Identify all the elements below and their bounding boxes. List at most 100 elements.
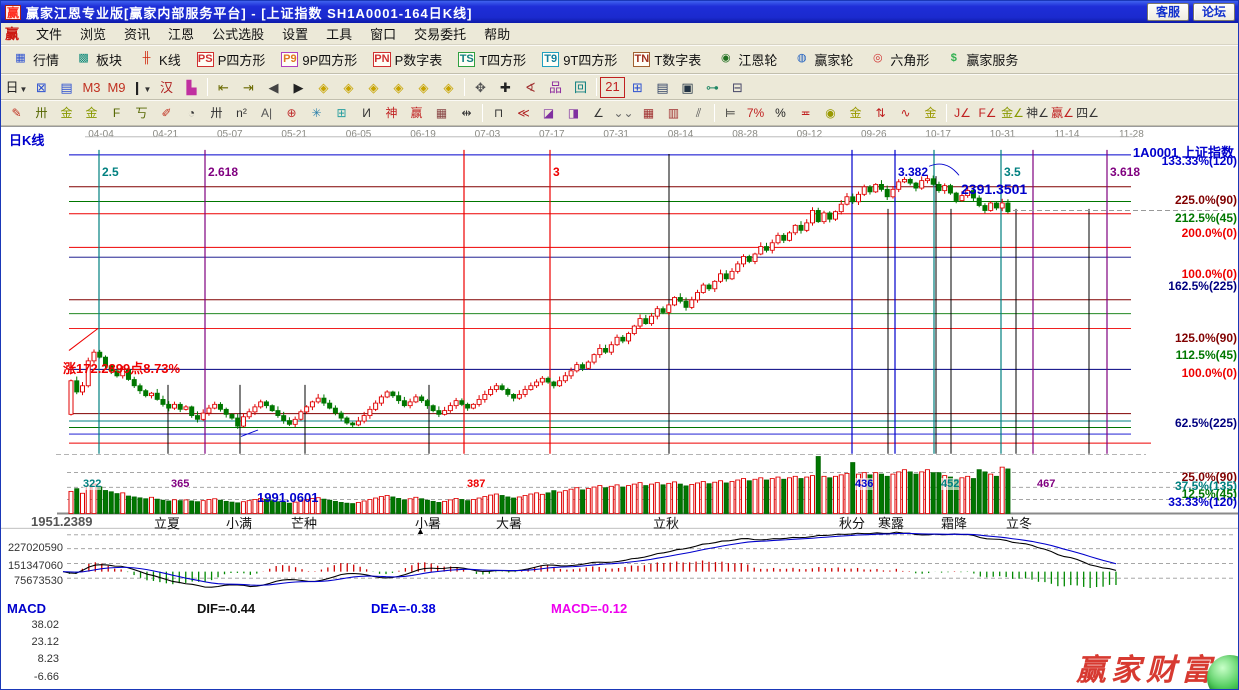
box-tool-button[interactable]: ⊓ <box>486 103 511 124</box>
v-waves-button[interactable]: ⌄⌄ <box>611 103 636 124</box>
price-ruler-button[interactable]: ⊨ <box>718 103 743 124</box>
menu-item-浏览[interactable]: 浏览 <box>71 22 115 45</box>
first-bar-button[interactable]: ⇤ <box>211 77 236 98</box>
candle-style-dropdown-button[interactable]: ❙▼ <box>129 77 154 98</box>
last-bar-button[interactable]: ⇥ <box>236 77 261 98</box>
calculator-button[interactable]: ⊞ <box>625 77 650 98</box>
bars-3-button[interactable]: M3 <box>79 77 104 98</box>
updown-mark-button[interactable]: ⇅ <box>868 103 893 124</box>
menu-item-帮助[interactable]: 帮助 <box>475 22 519 45</box>
time-clock-button[interactable]: ◔ <box>179 103 204 124</box>
percent-slash-button[interactable]: 7% <box>743 103 768 124</box>
pattern-tool-button[interactable]: 回 <box>568 77 593 98</box>
shen-angle-button[interactable]: 神∠ <box>1025 103 1050 124</box>
day-grid-tool-button[interactable]: 卅 <box>29 103 54 124</box>
p-square-icon: PS <box>197 52 214 67</box>
crosshair-tool-button[interactable]: ✚ <box>493 77 518 98</box>
customer-service-button[interactable]: 客服 <box>1147 3 1189 21</box>
gold-circle-button[interactable]: ◉ <box>818 103 843 124</box>
win-angle-button[interactable]: 赢∠ <box>1050 103 1075 124</box>
next-bar-button[interactable]: ▶ <box>286 77 311 98</box>
title-bar[interactable]: 赢 赢家江恩专业版[赢家内部服务平台] - [上证指数 SH1A0001-164… <box>1 1 1238 23</box>
menu-item-交易委托[interactable]: 交易委托 <box>405 22 475 45</box>
gold-grid-2-button[interactable]: 金 <box>79 103 104 124</box>
menu-item-江恩[interactable]: 江恩 <box>159 22 203 45</box>
info-list-button[interactable]: ▤ <box>54 77 79 98</box>
forum-button[interactable]: 论坛 <box>1193 3 1235 21</box>
toolbar-button-gann-wheel[interactable]: ◉江恩轮 <box>709 47 785 72</box>
toolbar-button-t-table[interactable]: TNT数字表 <box>625 47 709 72</box>
shaded-square-button[interactable]: ◪ <box>536 103 561 124</box>
menu-item-设置[interactable]: 设置 <box>273 22 317 45</box>
gann-marks-button[interactable]: 汉 <box>154 77 179 98</box>
prev-bar-button[interactable]: ◀ <box>261 77 286 98</box>
wave-tool-button[interactable]: ∿ <box>893 103 918 124</box>
percent-tool-button[interactable]: % <box>768 103 793 124</box>
toolbar-button-9t-square[interactable]: T99T四方形 <box>534 47 625 72</box>
f-angle-button[interactable]: F∠ <box>975 103 1000 124</box>
notes-button[interactable]: ▤ <box>650 77 675 98</box>
four-angle-button[interactable]: 四∠ <box>1075 103 1100 124</box>
menu-item-文件[interactable]: 文件 <box>27 22 71 45</box>
circle-cross-button[interactable]: ⊕ <box>279 103 304 124</box>
toolbar-button-hexagon[interactable]: ◎六角形 <box>861 47 937 72</box>
n-square-button[interactable]: n² <box>229 103 254 124</box>
print-button[interactable]: ⊟ <box>725 77 750 98</box>
diamond-right-button[interactable]: ◈ <box>336 77 361 98</box>
period-day-dropdown-button[interactable]: 日▼ <box>4 77 29 98</box>
gann-frame-tool-button[interactable]: 品 <box>543 77 568 98</box>
k-mark-button[interactable]: И <box>354 103 379 124</box>
diamond-plus-button[interactable]: ◈ <box>411 77 436 98</box>
diamond-cross-button[interactable]: ◈ <box>386 77 411 98</box>
angle-tool-button[interactable]: ∢ <box>518 77 543 98</box>
percent-line-button[interactable]: ≖ <box>793 103 818 124</box>
diamond-horizontal-button[interactable]: ◈ <box>361 77 386 98</box>
angle-line-button[interactable]: ∠ <box>586 103 611 124</box>
gold-angle-button[interactable]: 金∠ <box>1000 103 1025 124</box>
network-button[interactable]: ⊶ <box>700 77 725 98</box>
square-net-button[interactable]: ⊞ <box>329 103 354 124</box>
diamond-star-button[interactable]: ◈ <box>436 77 461 98</box>
gold-grid-1-button[interactable]: 金 <box>54 103 79 124</box>
toolbar-button-p-table[interactable]: PNP数字表 <box>365 47 450 72</box>
knife-tool-button[interactable]: ✎ <box>4 103 29 124</box>
a-line-button[interactable]: A| <box>254 103 279 124</box>
save-button[interactable]: ▣ <box>675 77 700 98</box>
gold-lines-button[interactable]: 金 <box>843 103 868 124</box>
span-arrows-button[interactable]: ⇹ <box>454 103 479 124</box>
shen-grid-button[interactable]: 神 <box>379 103 404 124</box>
calendar-button[interactable]: 21 <box>600 77 625 98</box>
chart-area[interactable]: 日K线 1A0001 上证指数 04-0404-2105-0705-2106-0… <box>1 126 1239 690</box>
win-grid-button[interactable]: 赢 <box>404 103 429 124</box>
gold-angle-tool-button[interactable]: 金 <box>918 103 943 124</box>
toolbar-button-p-square[interactable]: PSP四方形 <box>189 47 274 72</box>
toolbar-button-t-square[interactable]: TST四方形 <box>450 47 534 72</box>
bar-count-button[interactable]: 卅 <box>204 103 229 124</box>
toolbar-button-kline[interactable]: ╫K线 <box>130 47 189 72</box>
toolbar-button-9p-square[interactable]: P99P四方形 <box>273 47 365 72</box>
menu-item-窗口[interactable]: 窗口 <box>361 22 405 45</box>
slant-lines-button[interactable]: ⫽ <box>686 103 711 124</box>
spiral-tool-button[interactable]: 丂 <box>129 103 154 124</box>
toolbar-button-sectors[interactable]: ▩板块 <box>67 47 130 72</box>
half-square-button[interactable]: ◨ <box>561 103 586 124</box>
color-histogram-button[interactable]: ▙ <box>179 77 204 98</box>
menu-item-公式选股[interactable]: 公式选股 <box>203 22 273 45</box>
f-grid-button[interactable]: F <box>104 103 129 124</box>
bars-9-button[interactable]: M9 <box>104 77 129 98</box>
toolbar-button-winner-wheel[interactable]: ◍赢家轮 <box>785 47 861 72</box>
zoom-window-button[interactable]: ⊠ <box>29 77 54 98</box>
marker-knife-button[interactable]: ✐ <box>154 103 179 124</box>
starburst-button[interactable]: ✳ <box>304 103 329 124</box>
red-grid-1-button[interactable]: ▦ <box>636 103 661 124</box>
menu-item-资讯[interactable]: 资讯 <box>115 22 159 45</box>
fan-lines-button[interactable]: ≪ <box>511 103 536 124</box>
j-angle-button[interactable]: J∠ <box>950 103 975 124</box>
hand-tool-button[interactable]: ✥ <box>468 77 493 98</box>
toolbar-button-winner-service[interactable]: $赢家服务 <box>937 47 1026 72</box>
toolbar-button-quotes[interactable]: ▦行情 <box>4 47 67 72</box>
menu-item-工具[interactable]: 工具 <box>317 22 361 45</box>
diamond-left-button[interactable]: ◈ <box>311 77 336 98</box>
red-grid-2-button[interactable]: ▥ <box>661 103 686 124</box>
num-grid-button[interactable]: ▦ <box>429 103 454 124</box>
